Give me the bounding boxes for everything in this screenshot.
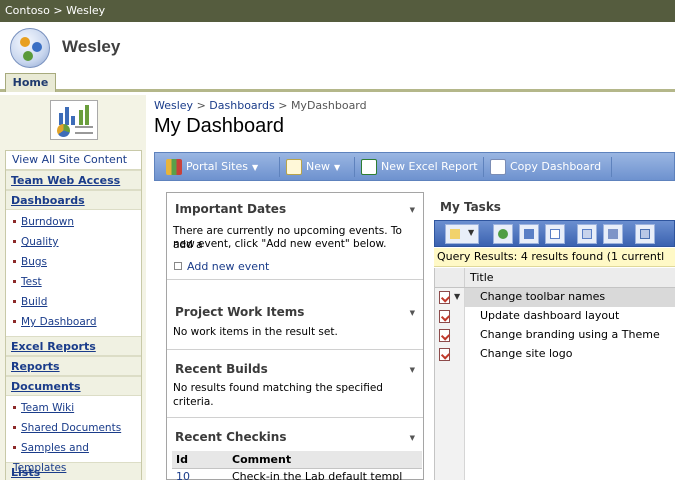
checkin-id-link[interactable]: 10 <box>172 468 228 480</box>
table-header-row: Id Comment <box>172 451 422 469</box>
breadcrumb-separator: > <box>274 99 291 112</box>
recent-builds-title: Recent Builds <box>175 362 268 376</box>
task-icon <box>439 310 450 323</box>
important-dates-text-2: new event, click "Add new event" below. <box>173 238 387 250</box>
task-row[interactable]: Update dashboard layout <box>435 307 675 326</box>
task-icon <box>439 329 450 342</box>
ql-heading-dashboards[interactable]: Dashboards <box>6 190 141 210</box>
add-new-event-link[interactable]: Add new event <box>174 260 269 273</box>
top-nav: Home <box>0 72 675 92</box>
recent-builds-text-2: criteria. <box>173 396 214 408</box>
task-grid: Title ▼ Change toolbar names Update dash… <box>434 268 675 480</box>
chevron-down-icon: ▼ <box>334 163 341 172</box>
recent-builds-text-1: No results found matching the specified <box>173 382 383 394</box>
column-header-comment[interactable]: Comment <box>228 451 422 469</box>
site-header: Wesley <box>0 22 675 72</box>
breadcrumb: Wesley > Dashboards > MyDashboard <box>154 99 367 112</box>
new-document-icon <box>286 159 302 175</box>
dashboard-site-icon <box>50 100 98 140</box>
task-row[interactable]: Change site logo <box>435 345 675 364</box>
ql-item-samples-and-templates[interactable]: Samples and Templates <box>6 438 141 474</box>
ql-item-shared-documents[interactable]: Shared Documents <box>6 418 141 438</box>
ql-item-quality[interactable]: Quality <box>6 232 141 252</box>
task-row[interactable]: ▼ Change toolbar names <box>435 288 675 307</box>
copy-dashboard-button[interactable]: Copy Dashboard <box>487 156 601 178</box>
task-icon <box>439 348 450 361</box>
webpart-menu-icon[interactable]: ▼ <box>410 309 415 317</box>
excel-icon <box>361 159 377 175</box>
new-excel-report-button[interactable]: New Excel Report <box>358 156 478 178</box>
project-work-items-text: No work items in the result set. <box>173 326 338 338</box>
breadcrumb-current: MyDashboard <box>290 99 367 112</box>
project-work-items-title: Project Work Items <box>175 305 305 319</box>
recent-checkins-table: Id Comment 10 Check-in the Lab default t… <box>172 451 422 480</box>
copy-icon <box>490 159 506 175</box>
task-grid-header: Title <box>435 268 675 288</box>
copy-items-button[interactable] <box>577 224 597 244</box>
new-work-item-button[interactable]: ▼ <box>445 224 479 244</box>
left-webpart-zone: Important Dates ▼ There are currently no… <box>166 192 424 480</box>
new-button[interactable]: New ▼ <box>283 156 340 178</box>
refresh-button[interactable] <box>493 224 513 244</box>
important-dates-title: Important Dates <box>175 202 287 216</box>
task-icon <box>439 291 450 304</box>
ql-item-burndown[interactable]: Burndown <box>6 212 141 232</box>
task-row[interactable]: Change branding using a Theme <box>435 326 675 345</box>
portal-sites-icon <box>166 159 182 175</box>
top-breadcrumb-bar: Contoso > Wesley <box>0 0 675 22</box>
ql-heading-team-web-access[interactable]: Team Web Access <box>6 170 141 190</box>
column-header-title[interactable]: Title <box>470 271 494 284</box>
tab-home[interactable]: Home <box>5 73 56 92</box>
breadcrumb-dashboards-link[interactable]: Dashboards <box>209 99 274 112</box>
chevron-down-icon: ▼ <box>468 228 475 237</box>
table-row: 10 Check-in the Lab default templ <box>172 468 422 480</box>
ql-heading-documents[interactable]: Documents <box>6 376 141 396</box>
webpart-menu-icon[interactable]: ▼ <box>410 366 415 374</box>
ql-item-my-dashboard[interactable]: My Dashboard <box>6 312 141 332</box>
ql-item-test[interactable]: Test <box>6 272 141 292</box>
webpart-menu-icon[interactable]: ▼ <box>410 434 415 442</box>
site-title[interactable]: Wesley <box>62 37 120 57</box>
ql-item-build[interactable]: Build <box>6 292 141 312</box>
breadcrumb-separator: > <box>193 99 210 112</box>
add-event-icon <box>174 262 182 270</box>
open-in-excel-button[interactable] <box>635 224 655 244</box>
chevron-down-icon[interactable]: ▼ <box>454 292 460 301</box>
tasks-toolbar: ▼ <box>434 220 675 247</box>
portal-sites-button[interactable]: Portal Sites ▼ <box>163 156 258 178</box>
my-tasks-title: My Tasks <box>440 200 501 214</box>
query-results-status: Query Results: 4 results found (1 curren… <box>434 248 675 267</box>
dashboard-toolbar: Portal Sites ▼ New ▼ New Excel Report Copy… <box>154 152 675 181</box>
page-title: My Dashboard <box>154 115 285 137</box>
ql-item-team-wiki[interactable]: Team Wiki <box>6 398 141 418</box>
checkin-comment: Check-in the Lab default templ <box>232 470 403 480</box>
save-query-button[interactable] <box>603 224 623 244</box>
view-all-site-content-link[interactable]: View All Site Content <box>6 151 141 170</box>
breadcrumb-site-link[interactable]: Wesley <box>154 99 193 112</box>
column-header-id[interactable]: Id <box>172 451 228 469</box>
webpart-menu-icon[interactable]: ▼ <box>410 206 415 214</box>
ql-heading-reports[interactable]: Reports <box>6 356 141 376</box>
top-crumb-link[interactable]: Contoso > Wesley <box>5 4 105 17</box>
recent-checkins-title: Recent Checkins <box>175 430 287 444</box>
ql-heading-excel-reports[interactable]: Excel Reports <box>6 336 141 356</box>
site-logo-icon[interactable] <box>10 28 50 68</box>
show-hide-pane-button[interactable] <box>545 224 565 244</box>
column-options-button[interactable] <box>519 224 539 244</box>
quick-launch: View All Site Content Team Web Access Da… <box>5 150 142 480</box>
chevron-down-icon: ▼ <box>251 163 259 172</box>
ql-item-bugs[interactable]: Bugs <box>6 252 141 272</box>
